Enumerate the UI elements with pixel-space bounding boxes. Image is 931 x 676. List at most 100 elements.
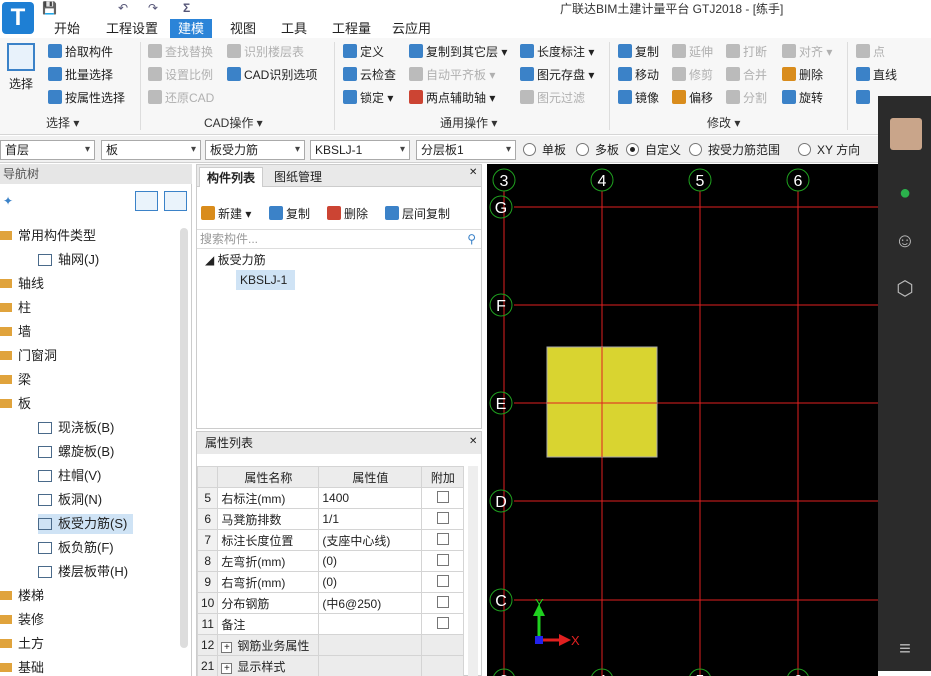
property-extra[interactable]: [421, 487, 465, 509]
ucs-x-arrow[interactable]: [559, 634, 571, 646]
nav-scrollbar[interactable]: [180, 228, 188, 648]
trim-button[interactable]: 修剪: [672, 65, 713, 85]
type-select[interactable]: 板受力筋: [205, 140, 305, 160]
close-icon[interactable]: ✕: [469, 167, 477, 178]
extend-button[interactable]: 延伸: [672, 42, 713, 62]
user-icon[interactable]: ☺: [892, 228, 918, 254]
cad-options-button[interactable]: CAD识别选项: [227, 65, 317, 85]
copy-component-button[interactable]: 复制: [269, 204, 310, 224]
copy-to-floor-button[interactable]: 复制到其它层 ▾: [409, 42, 507, 62]
property-row[interactable]: 12 + 钢筋业务属性: [196, 634, 465, 656]
expand-icon[interactable]: +: [221, 662, 233, 674]
pick-component-button[interactable]: 拾取构件: [48, 42, 113, 62]
property-row[interactable]: 8 左弯折(mm) (0): [196, 550, 465, 572]
property-row[interactable]: 9 右弯折(mm) (0): [196, 571, 465, 593]
nav-item[interactable]: 墙: [0, 322, 31, 342]
avatar[interactable]: [890, 118, 922, 150]
new-component-button[interactable]: 新建 ▾: [201, 204, 251, 224]
property-value[interactable]: 1400: [318, 487, 423, 509]
close-icon[interactable]: ✕: [469, 436, 477, 447]
nav-item[interactable]: 楼梯: [0, 586, 44, 606]
checkbox[interactable]: [436, 574, 449, 587]
nav-item[interactable]: 轴线: [0, 274, 44, 294]
tab-project-settings[interactable]: 工程设置: [98, 19, 166, 38]
tab-start[interactable]: 开始: [46, 19, 88, 38]
copy-button[interactable]: 复制: [618, 42, 659, 62]
nav-item[interactable]: 板负筋(F): [38, 538, 114, 558]
align-button[interactable]: 对齐 ▾: [782, 42, 832, 62]
batch-select-button[interactable]: 批量选择: [48, 65, 113, 85]
tab-view[interactable]: 视图: [222, 19, 264, 38]
pin-icon[interactable]: ✦: [3, 194, 13, 208]
define-button[interactable]: 定义: [343, 42, 384, 62]
property-extra[interactable]: [421, 613, 465, 635]
find-replace-button[interactable]: 查找替换: [148, 42, 213, 62]
save-icon[interactable]: 💾: [42, 1, 57, 15]
property-extra[interactable]: [421, 529, 465, 551]
checkbox[interactable]: [436, 532, 449, 545]
break-button[interactable]: 打断: [726, 42, 767, 62]
property-extra[interactable]: [421, 634, 465, 656]
tab-drawing-management[interactable]: 图纸管理: [267, 167, 329, 187]
property-value[interactable]: (0): [318, 571, 423, 593]
tree-root[interactable]: ◢ 板受力筋: [205, 251, 266, 268]
cube-icon[interactable]: ⬡: [892, 276, 918, 302]
lock-button[interactable]: 锁定 ▾: [343, 88, 393, 108]
checkbox[interactable]: [436, 511, 449, 524]
detail-view-icon[interactable]: [164, 191, 187, 211]
property-extra[interactable]: [421, 508, 465, 530]
nav-item[interactable]: 门窗洞: [0, 346, 57, 366]
property-value[interactable]: [318, 655, 423, 676]
set-scale-button[interactable]: 设置比例: [148, 65, 213, 85]
radio-single-slab[interactable]: 单板: [523, 140, 566, 160]
expand-icon[interactable]: +: [221, 641, 233, 653]
checkbox[interactable]: [436, 595, 449, 608]
property-extra[interactable]: [421, 571, 465, 593]
split-button[interactable]: 分割: [726, 88, 767, 108]
nav-item[interactable]: 轴网(J): [38, 250, 99, 270]
property-row[interactable]: 6 马凳筋排数 1/1: [196, 508, 465, 530]
nav-item[interactable]: 装修: [0, 610, 44, 630]
delete-button[interactable]: 删除: [782, 65, 823, 85]
arc-icon[interactable]: [856, 90, 870, 104]
property-value[interactable]: (0): [318, 550, 423, 572]
nav-item[interactable]: 土方: [0, 634, 44, 654]
id-floor-table-button[interactable]: 识别楼层表: [227, 42, 304, 62]
tab-quantity[interactable]: 工程量: [324, 19, 379, 38]
list-view-icon[interactable]: [135, 191, 158, 211]
nav-item[interactable]: 板受力筋(S): [38, 514, 134, 534]
nav-item[interactable]: 常用构件类型: [0, 226, 96, 246]
checkbox[interactable]: [436, 490, 449, 503]
auto-align-button[interactable]: 自动平齐板 ▾: [409, 65, 495, 85]
property-value[interactable]: (中6@250): [318, 592, 423, 614]
tree-item-selected[interactable]: KBSLJ-1: [236, 270, 295, 290]
layer-select[interactable]: 分层板1: [416, 140, 516, 160]
property-value[interactable]: 1/1: [318, 508, 423, 530]
two-point-axis-button[interactable]: 两点辅助轴 ▾: [409, 88, 495, 108]
cad-drawing[interactable]: 33445566GFEDCYX: [487, 164, 878, 676]
nav-item[interactable]: 柱帽(V): [38, 466, 101, 486]
nav-item[interactable]: 柱: [0, 298, 31, 318]
rotate-button[interactable]: 旋转: [782, 88, 823, 108]
property-row[interactable]: 21 + 显示样式: [196, 655, 465, 676]
nav-item[interactable]: 楼层板带(H): [38, 562, 128, 582]
tab-cloud[interactable]: 云应用: [384, 19, 439, 38]
nav-item[interactable]: 板洞(N): [38, 490, 102, 510]
sum-icon[interactable]: Σ: [183, 1, 190, 15]
restore-cad-button[interactable]: 还原CAD: [148, 88, 214, 108]
floor-select[interactable]: 首层: [0, 140, 95, 160]
select-button[interactable]: 选择: [4, 43, 38, 103]
component-select[interactable]: KBSLJ-1: [310, 140, 410, 160]
property-row[interactable]: 5 右标注(mm) 1400: [196, 487, 465, 509]
element-save-button[interactable]: 图元存盘 ▾: [520, 65, 594, 85]
component-search-input[interactable]: 搜索构件... ⚲: [197, 229, 481, 249]
property-extra[interactable]: [421, 655, 465, 676]
nav-item[interactable]: 梁: [0, 370, 31, 390]
property-value[interactable]: [318, 613, 423, 635]
tab-modeling[interactable]: 建模: [170, 19, 213, 38]
property-row[interactable]: 11 备注: [196, 613, 465, 635]
chat-icon[interactable]: ●: [892, 180, 918, 206]
checkbox[interactable]: [436, 553, 449, 566]
checkbox[interactable]: [436, 616, 449, 629]
tab-tools[interactable]: 工具: [273, 19, 315, 38]
